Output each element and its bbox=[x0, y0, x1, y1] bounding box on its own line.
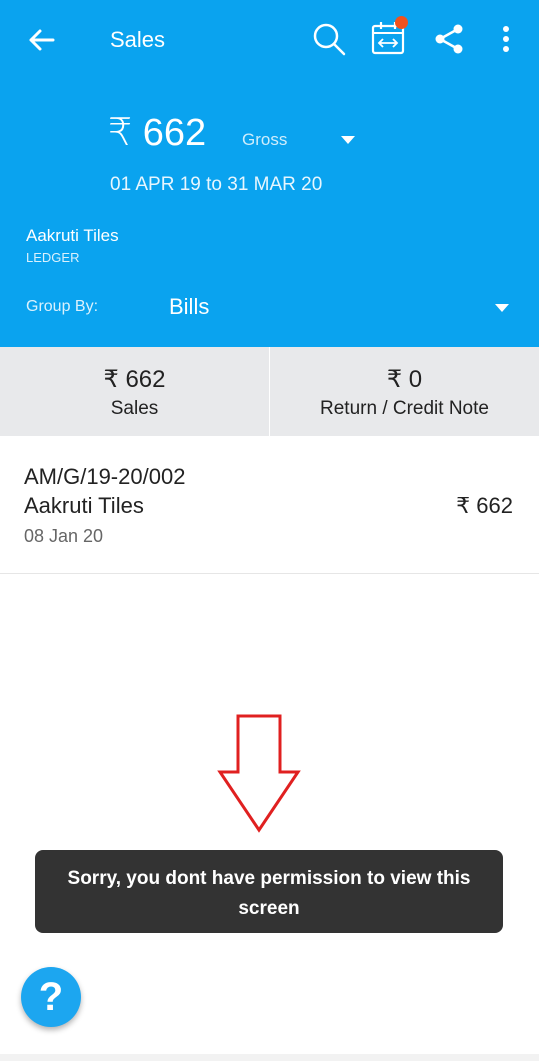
permission-toast: Sorry, you dont have permission to view … bbox=[35, 850, 503, 933]
group-by-select[interactable]: Bills bbox=[169, 294, 209, 320]
party-name: Aakruti Tiles bbox=[24, 493, 144, 518]
search-icon bbox=[313, 23, 346, 56]
share-button[interactable] bbox=[428, 18, 470, 60]
chevron-down-icon bbox=[341, 136, 355, 144]
bill-number: AM/G/19-20/002 bbox=[24, 464, 186, 489]
summary-bar: ₹ 662 Sales ₹ 0 Return / Credit Note bbox=[0, 347, 539, 436]
page-title: Sales bbox=[110, 27, 166, 52]
bottom-edge bbox=[0, 1054, 539, 1061]
type-select-dropdown[interactable] bbox=[340, 132, 356, 150]
share-icon bbox=[435, 24, 463, 54]
group-by-dropdown[interactable] bbox=[494, 300, 510, 318]
sales-total: ₹ 662 bbox=[103, 366, 166, 393]
group-by-label: Group By: bbox=[26, 298, 99, 315]
return-summary[interactable]: ₹ 0 Return / Credit Note bbox=[269, 347, 539, 436]
app-header: Sales ₹ 662 Gross 01 APR 19 to 31 MAR 20… bbox=[0, 0, 539, 347]
total-amount: ₹ 662 bbox=[108, 112, 207, 154]
sales-label: Sales bbox=[110, 398, 159, 419]
bill-date: 08 Jan 20 bbox=[24, 526, 104, 546]
help-button[interactable]: ? bbox=[21, 967, 81, 1027]
sales-summary[interactable]: ₹ 662 Sales bbox=[0, 347, 269, 436]
notification-badge bbox=[395, 16, 408, 29]
back-arrow-icon bbox=[29, 29, 55, 51]
date-period[interactable]: 01 APR 19 to 31 MAR 20 bbox=[110, 174, 322, 196]
bill-amount: ₹ 662 bbox=[456, 493, 513, 518]
return-total: ₹ 0 bbox=[386, 366, 423, 393]
type-select-value[interactable]: Gross bbox=[242, 130, 287, 150]
back-button[interactable] bbox=[20, 20, 62, 60]
more-options-button[interactable] bbox=[490, 18, 522, 60]
return-label: Return / Credit Note bbox=[320, 398, 489, 419]
more-vert-icon bbox=[503, 26, 509, 52]
date-range-button[interactable] bbox=[366, 16, 410, 60]
down-arrow-annotation-icon bbox=[217, 714, 301, 833]
ledger-name: Aakruti Tiles bbox=[26, 226, 119, 245]
search-button[interactable] bbox=[308, 18, 350, 60]
list-item[interactable]: AM/G/19-20/002 Aakruti Tiles 08 Jan 20 ₹… bbox=[0, 436, 539, 574]
chevron-down-icon bbox=[495, 304, 509, 312]
ledger-type: LEDGER bbox=[26, 250, 80, 265]
